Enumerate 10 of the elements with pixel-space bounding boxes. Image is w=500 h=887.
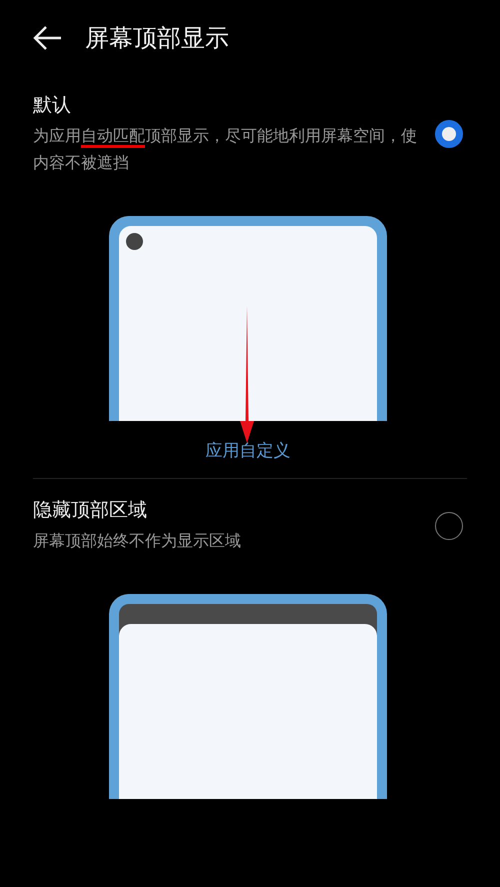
back-icon[interactable] <box>33 25 63 51</box>
page-title: 屏幕顶部显示 <box>85 23 229 54</box>
camera-hole-icon <box>126 233 143 250</box>
option-description: 屏幕顶部始终不作为显示区域 <box>33 530 242 552</box>
option-description: 为应用 自动匹配顶部显示，尽可能地利用屏幕空间，使内容不被遮挡 <box>33 125 418 174</box>
customize-link[interactable]: 应用自定义 <box>206 439 290 462</box>
radio-button[interactable] <box>435 512 463 540</box>
option-title: 默认 <box>33 93 72 118</box>
radio-button[interactable] <box>435 120 463 148</box>
option-title: 隐藏顶部区域 <box>33 498 148 523</box>
